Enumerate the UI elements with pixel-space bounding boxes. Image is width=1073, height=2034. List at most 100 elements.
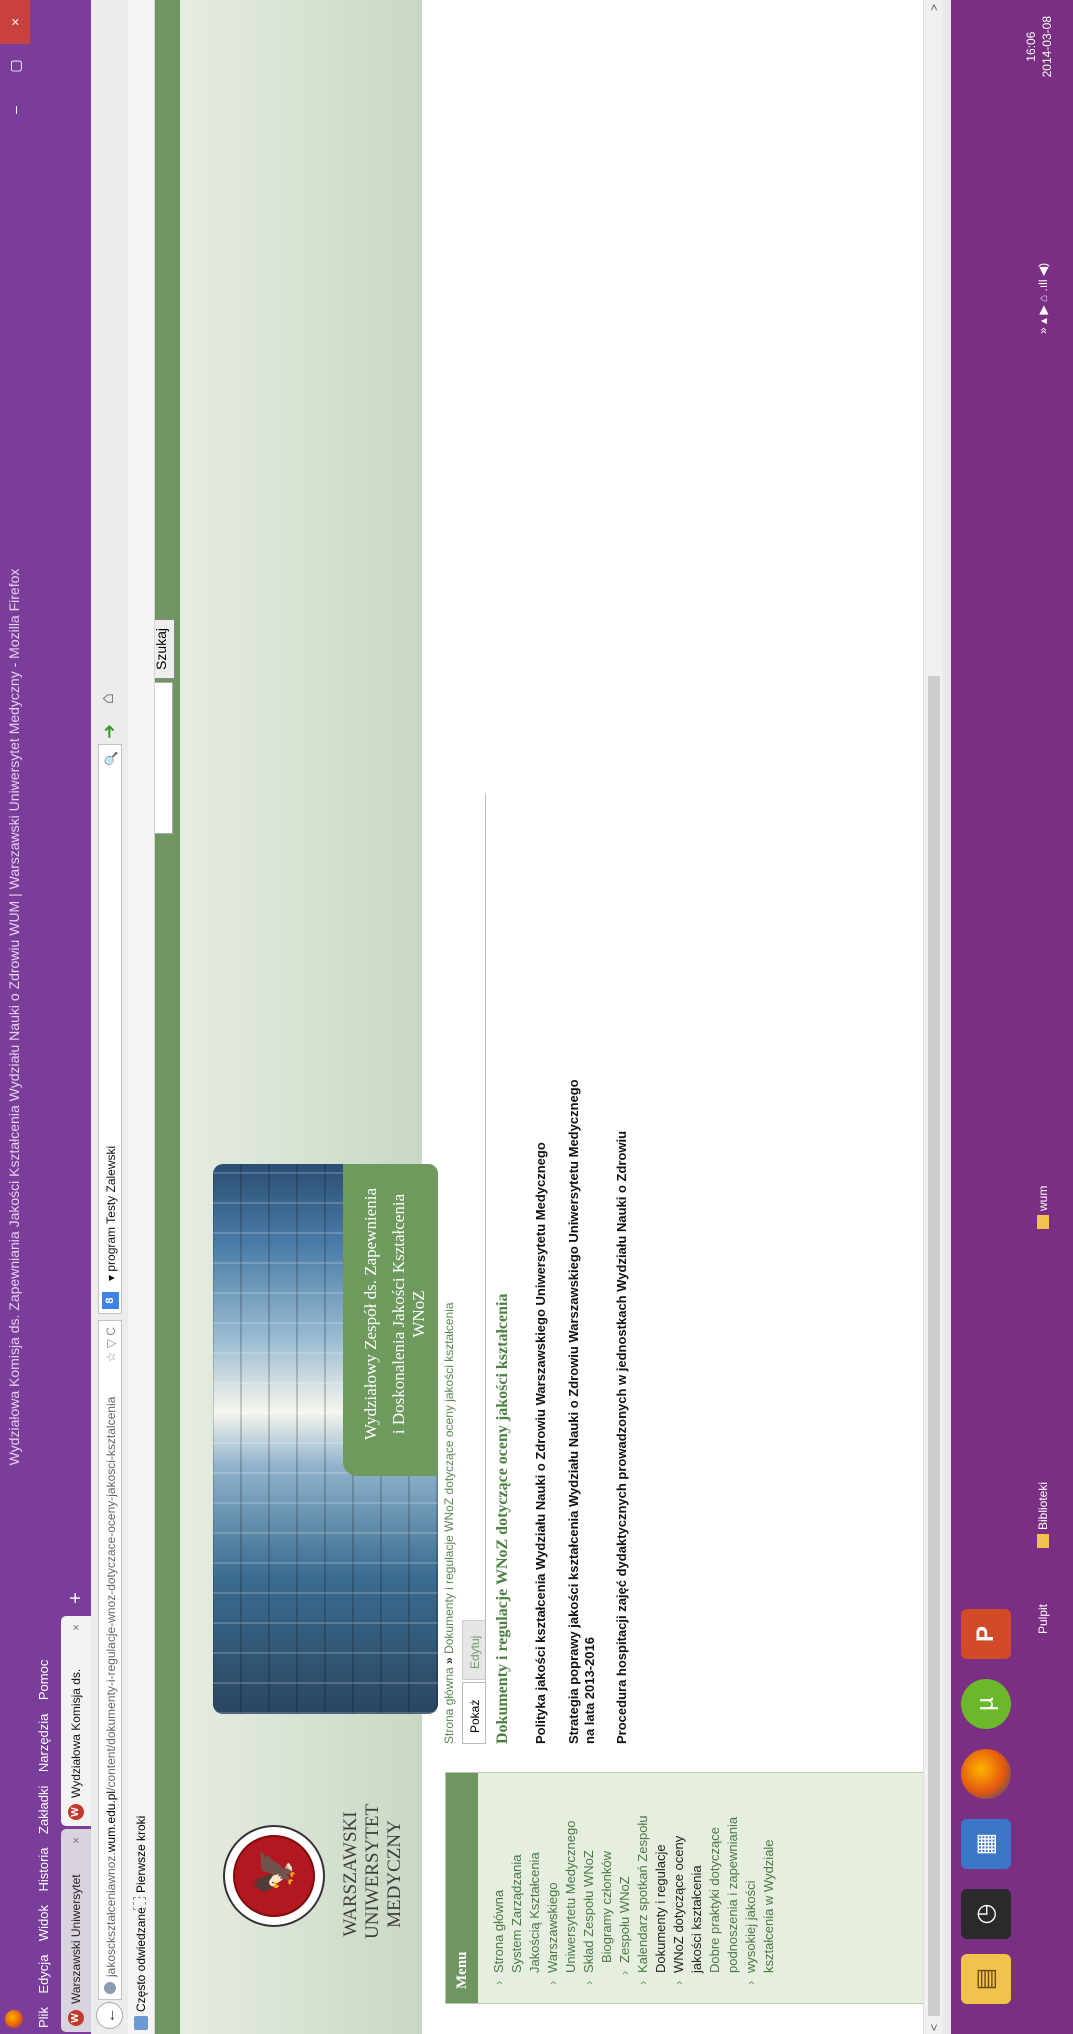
toolbar-pulpit[interactable]: Pulpit xyxy=(1036,1604,1050,1634)
sidebar-item[interactable]: Zespołu WNoZ xyxy=(616,1773,634,2003)
banner-title-line2: i Doskonalenia Jakości Kształcenia WNoZ xyxy=(389,1193,428,1435)
firefox-taskbar-icon[interactable] xyxy=(961,1749,1011,1799)
sidebar-item[interactable]: Skład Zespołu WNoZ xyxy=(580,1773,598,2003)
bookmark-czesto-odwiedzane[interactable]: Często odwiedzane xyxy=(128,1907,154,2012)
sidebar-item[interactable]: wysokiej jakości xyxy=(742,1773,760,2003)
clock-date: 2014-03-08 xyxy=(1040,16,1054,78)
url-domain: wum.edu.pl xyxy=(104,1790,118,1853)
green-arrow-icon[interactable]: ➜ xyxy=(99,724,120,739)
site-search-button[interactable]: Szukaj xyxy=(155,618,175,679)
bookmarks-bar: Często odwiedzane Pierwsze kroki xyxy=(128,0,155,2034)
clock[interactable]: 16:06 2014-03-08 xyxy=(1023,16,1055,77)
header-banner-image: Wydziałowy Zespół ds. Zapewnienia i Dosk… xyxy=(213,1164,438,1714)
pictures-app-icon[interactable]: ▦ xyxy=(961,1819,1011,1869)
file-explorer-icon[interactable]: ▤ xyxy=(961,1954,1011,2004)
document-link-strategia[interactable]: Strategia poprawy jakości kształcenia Wy… xyxy=(566,1079,581,1744)
sidebar-item[interactable]: Biogramy członków xyxy=(598,1773,616,2003)
window-bottom-border xyxy=(943,0,951,2034)
menu-narzedzia[interactable]: Narzędzia xyxy=(36,1714,51,1773)
powerpoint-icon[interactable]: P xyxy=(961,1609,1011,1659)
sidebar-item-label: Zespołu WNoZ xyxy=(617,1876,632,1963)
bookmark-pierwsze-kroki[interactable]: Pierwsze kroki xyxy=(128,1816,154,1910)
sidebar-item-label: Skład Zespołu WNoZ xyxy=(581,1850,596,1973)
tab-edytuj[interactable]: Edytuj xyxy=(462,1620,486,1680)
sidebar-item-label: jakości kształcenia xyxy=(689,1865,704,1973)
sidebar-item[interactable]: Kalendarz spotkań Zespołu xyxy=(634,1773,652,2003)
university-name[interactable]: WARSZAWSKI UNIWERSYTET MEDYCZNY xyxy=(340,1803,406,1939)
system-tray-icons[interactable]: » ▴ ▶ ⌂ .ıll ◀) xyxy=(1036,263,1050,334)
close-window-button[interactable]: × xyxy=(0,0,30,44)
tab-close-icon[interactable]: × xyxy=(61,1837,91,1844)
url-bar[interactable]: jakosckształceniawnoz.wum.edu.pl/content… xyxy=(98,1320,122,2000)
scroll-left-arrow-icon[interactable]: < xyxy=(924,2024,944,2031)
window-titlebar: Wydziałowa Komisja ds. Zapewniania Jakoś… xyxy=(0,0,30,2034)
sidebar-item-label: WNoZ dotyczące oceny xyxy=(671,1835,686,1973)
taskbar: ▤ ◷ ▦ µ P Pulpit Biblioteki wum » ▴ ▶ ⌂ … xyxy=(951,0,1073,2034)
utorrent-icon[interactable]: µ xyxy=(961,1679,1011,1729)
horizontal-scrollbar[interactable]: < > xyxy=(923,0,944,2034)
sidebar-item-label: Kalendarz spotkań Zespołu xyxy=(635,1815,650,1973)
wum-favicon-icon: W xyxy=(68,2010,84,2026)
back-button[interactable]: ← xyxy=(96,2002,123,2029)
breadcrumb-separator: » xyxy=(442,1657,456,1664)
search-icon[interactable]: 🔍 xyxy=(99,751,123,766)
menu-zakladki[interactable]: Zakładki xyxy=(36,1786,51,1834)
document-link-procedura[interactable]: Procedura hospitacji zajęć dydaktycznych… xyxy=(614,1131,629,1744)
site-search-input[interactable] xyxy=(155,682,173,834)
minimize-button[interactable]: – xyxy=(0,88,30,132)
window-title: Wydziałowa Komisja ds. Zapewniania Jakoś… xyxy=(6,568,22,1466)
clock-time: 16:06 xyxy=(1024,31,1038,62)
maximize-button[interactable]: ▢ xyxy=(0,44,30,88)
sidebar-item[interactable]: Dokumenty i regulacje xyxy=(652,1773,670,2003)
sidebar-item[interactable]: Warszawskiego xyxy=(544,1773,562,2003)
sidebar-item[interactable]: Strona główna xyxy=(490,1773,508,2003)
url-prefix: jakosckształceniawnoz. xyxy=(104,1852,118,1977)
sidebar-item[interactable]: Jakością Kształcenia xyxy=(526,1773,544,2003)
scrollbar-thumb[interactable] xyxy=(928,676,940,2016)
university-name-line: UNIWERSYTET xyxy=(362,1803,383,1939)
tab-wydzialowa-komisja[interactable]: W Wydziałowa Komisja ds. Zapewniania... … xyxy=(61,1616,113,1826)
new-tab-button[interactable]: + xyxy=(64,1586,88,1610)
screen: Wydziałowa Komisja ds. Zapewniania Jakoś… xyxy=(0,0,1073,2034)
sidebar-item[interactable]: kształcenia w Wydziale xyxy=(760,1773,778,2003)
google-icon[interactable]: 8 xyxy=(102,1292,119,1309)
tab-pokaz[interactable]: Pokaż xyxy=(462,1682,486,1744)
sidebar-item-label: Warszawskiego xyxy=(545,1882,560,1973)
bookmarks-icon xyxy=(134,2016,148,2030)
breadcrumb: Strona główna » Dokumenty i regulacje WN… xyxy=(442,1302,456,1744)
breadcrumb-current-link[interactable]: Dokumenty i regulacje WNoZ dotyczące oce… xyxy=(442,1302,456,1653)
sidebar-item[interactable]: jakości kształcenia xyxy=(688,1773,706,2003)
tab-close-icon[interactable]: × xyxy=(61,1624,91,1631)
eagle-icon: 🦅 xyxy=(254,1847,296,1895)
toolbar-biblioteki[interactable]: Biblioteki xyxy=(1036,1482,1050,1548)
home-icon[interactable]: ⌂ xyxy=(97,693,118,704)
tabs-divider xyxy=(485,794,486,1744)
banner-title-line1: Wydziałowy Zespół ds. Zapewnienia xyxy=(361,1188,380,1441)
menu-edycja[interactable]: Edycja xyxy=(36,1955,51,1994)
tab-warszawski-uniwersytet[interactable]: W Warszawski Uniwersytet Medyczny × xyxy=(61,1829,113,2032)
sidebar-item[interactable]: WNoZ dotyczące oceny xyxy=(670,1773,688,2003)
university-seal-logo[interactable]: 🦅 xyxy=(223,1825,325,1927)
site-identity-icon[interactable] xyxy=(104,1982,116,1994)
university-name-line: WARSZAWSKI xyxy=(340,1811,361,1937)
toolbar-wum-folder[interactable]: wum xyxy=(1036,1186,1050,1229)
document-link-polityka[interactable]: Polityka jakości kształcenia Wydziału Na… xyxy=(533,1142,548,1744)
scroll-right-arrow-icon[interactable]: > xyxy=(924,4,944,11)
sidebar-menu-title: Menu xyxy=(446,1773,478,2003)
search-engine-box[interactable]: 8 ▾ program Testy Zalewski 🔍 xyxy=(98,744,122,1314)
document-link-strategia-cont[interactable]: na lata 2013-2016 xyxy=(582,1637,597,1744)
url-bar-icons[interactable]: ☆ ▽ C xyxy=(99,1327,123,1362)
menu-widok[interactable]: Widok xyxy=(36,1905,51,1941)
sidebar-item[interactable]: Uniwersytetu Medycznego xyxy=(562,1773,580,2003)
menu-historia[interactable]: Historia xyxy=(36,1847,51,1891)
sidebar-item-label: podnoszenia i zapewniania xyxy=(725,1816,740,1973)
clock-app-icon[interactable]: ◷ xyxy=(961,1889,1011,1939)
sidebar-item-label: System Zarządzania xyxy=(509,1854,524,1974)
menu-plik[interactable]: Plik xyxy=(36,2007,51,2028)
breadcrumb-home-link[interactable]: Strona główna xyxy=(442,1667,456,1744)
sidebar-item[interactable]: System Zarządzania xyxy=(508,1773,526,2003)
menu-pomoc[interactable]: Pomoc xyxy=(36,1660,51,1700)
sidebar-item[interactable]: podnoszenia i zapewniania xyxy=(724,1773,742,2003)
seal-ring: 🦅 xyxy=(233,1835,315,1917)
sidebar-item[interactable]: Dobre praktyki dotyczące xyxy=(706,1773,724,2003)
